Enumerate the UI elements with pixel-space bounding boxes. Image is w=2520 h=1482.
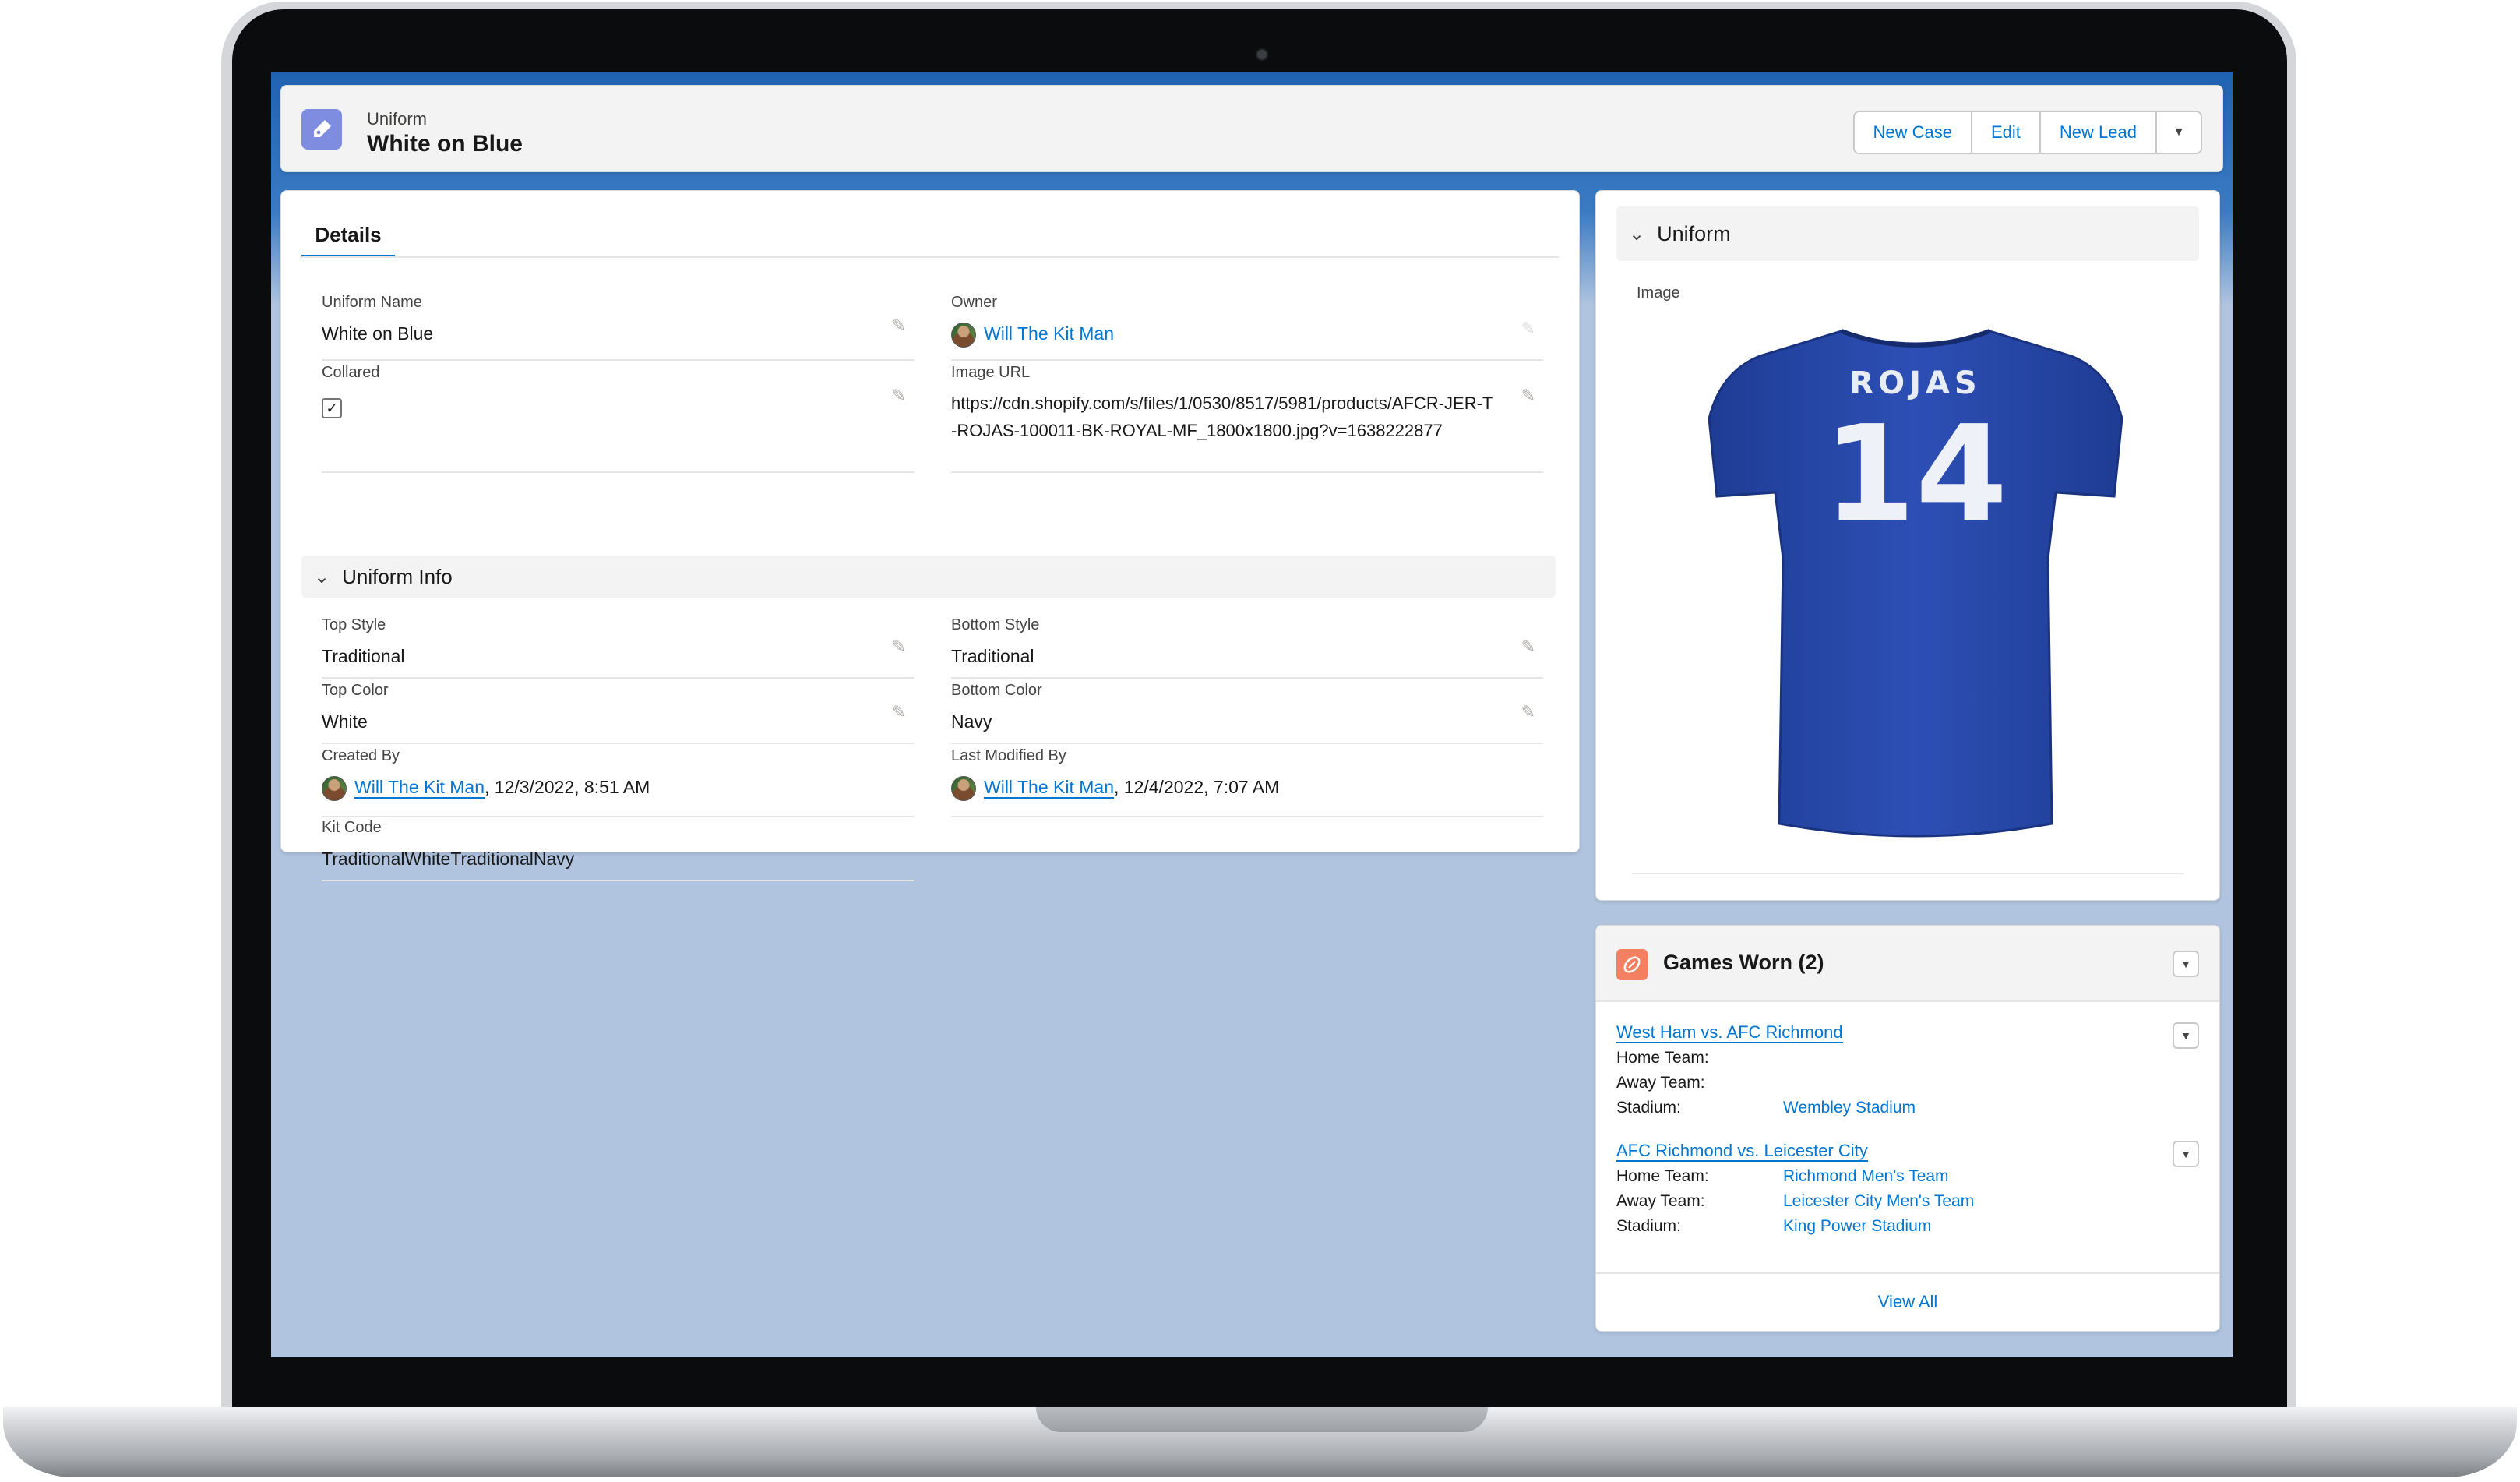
details-card: Details Uniform Name White on Blue ✎ Own… xyxy=(280,190,1580,881)
more-actions-button[interactable]: ▼ xyxy=(2157,112,2201,153)
laptop-notch xyxy=(1036,1407,1488,1432)
games-worn-title: Games Worn (2) xyxy=(1663,951,1824,974)
last-modified-date: , 12/4/2022, 7:07 AM xyxy=(1114,777,1280,797)
pencil-icon[interactable]: ✎ xyxy=(892,386,906,406)
jersey-number: 14 xyxy=(1824,397,2008,552)
football-icon xyxy=(1616,949,1648,980)
games-worn-header: Games Worn (2) ▼ xyxy=(1596,926,2219,1002)
field-label: Last Modified By xyxy=(951,747,1066,764)
game-menu-button[interactable]: ▼ xyxy=(2173,1022,2199,1049)
tab-details[interactable]: Details xyxy=(301,214,395,258)
avatar xyxy=(322,775,347,801)
collared-checkbox[interactable]: ✓ xyxy=(322,398,342,418)
camera xyxy=(1256,48,1268,61)
field-label: Bottom Style xyxy=(951,616,1040,633)
games-worn-menu-button[interactable]: ▼ xyxy=(2173,951,2199,977)
image-url-link[interactable]: https://cdn.shopify.com/s/files/1/0530/8… xyxy=(951,390,1496,444)
pencil-icon[interactable]: ✎ xyxy=(892,702,906,722)
pencil-icon[interactable]: ✎ xyxy=(892,637,906,657)
field-label: Collared xyxy=(322,364,380,381)
chevron-down-icon: ⌄ xyxy=(1629,223,1645,245)
change-owner-icon[interactable]: ✎ xyxy=(1521,319,1535,339)
field-uniform-name: Uniform Name White on Blue ✎ xyxy=(322,294,914,361)
field-label: Kit Code xyxy=(322,819,382,836)
field-label: Top Style xyxy=(322,616,386,633)
field-label: Uniform Name xyxy=(322,294,422,311)
field-label: Created By xyxy=(322,747,400,764)
section-uniform-info[interactable]: ⌄ Uniform Info xyxy=(301,556,1556,598)
created-date: , 12/3/2022, 8:51 AM xyxy=(485,777,650,797)
away-team-link[interactable]: Leicester City Men's Team xyxy=(1783,1192,1974,1211)
field-label: Image URL xyxy=(951,364,1031,381)
field-bottom-style: Bottom Style Traditional ✎ xyxy=(951,616,1543,679)
game-link[interactable]: West Ham vs. AFC Richmond xyxy=(1616,1022,1843,1043)
record-header: Uniform White on Blue New Case Edit New … xyxy=(280,85,2223,172)
field-value: Traditional xyxy=(951,646,1034,666)
stadium-label: Stadium: xyxy=(1616,1217,1681,1235)
list-item: AFC Richmond vs. Leicester City ▼ Home T… xyxy=(1616,1141,2199,1236)
edit-button[interactable]: Edit xyxy=(1972,112,2041,153)
stadium-link[interactable]: Wembley Stadium xyxy=(1783,1099,1916,1117)
created-by-link[interactable]: Will The Kit Man xyxy=(354,777,485,799)
owner-link[interactable]: Will The Kit Man xyxy=(984,323,1114,344)
new-case-button[interactable]: New Case xyxy=(1854,112,1972,153)
game-menu-button[interactable]: ▼ xyxy=(2173,1141,2199,1167)
field-label: Top Color xyxy=(322,682,389,699)
home-team-label: Home Team: xyxy=(1616,1167,1709,1185)
chevron-down-icon: ▼ xyxy=(2180,1148,2191,1160)
field-value: Navy xyxy=(951,711,992,732)
avatar xyxy=(951,322,976,348)
section-title: Uniform Info xyxy=(342,564,453,588)
tab-divider xyxy=(301,256,1559,258)
field-created-by: Created By Will The Kit Man, 12/3/2022, … xyxy=(322,747,914,817)
field-owner: Owner Will The Kit Man ✎ xyxy=(951,294,1543,361)
chevron-down-icon: ⌄ xyxy=(314,566,330,588)
game-link[interactable]: AFC Richmond vs. Leicester City xyxy=(1616,1141,1868,1162)
uniform-image-card: ⌄ Uniform Image ROJAS 14 xyxy=(1595,190,2220,901)
chevron-down-icon: ▼ xyxy=(2180,958,2191,970)
field-label: Owner xyxy=(951,294,997,311)
chevron-down-icon: ▼ xyxy=(2180,1029,2191,1042)
field-bottom-color: Bottom Color Navy ✎ xyxy=(951,682,1543,744)
away-team-label: Away Team: xyxy=(1616,1074,1705,1092)
field-value: White xyxy=(322,711,368,732)
field-image-url: Image URL https://cdn.shopify.com/s/file… xyxy=(951,364,1543,473)
home-team-link[interactable]: Richmond Men's Team xyxy=(1783,1167,1949,1186)
new-lead-button[interactable]: New Lead xyxy=(2040,112,2157,153)
image-label: Image xyxy=(1637,284,1680,302)
screen: Uniform White on Blue New Case Edit New … xyxy=(271,72,2233,1357)
home-team-label: Home Team: xyxy=(1616,1049,1709,1067)
avatar xyxy=(951,775,976,801)
pencil-icon[interactable]: ✎ xyxy=(892,316,906,336)
pencil-icon[interactable]: ✎ xyxy=(1521,386,1535,406)
field-value: Traditional xyxy=(322,646,405,666)
field-top-style: Top Style Traditional ✎ xyxy=(322,616,914,679)
field-value: TraditionalWhiteTraditionalNavy xyxy=(322,849,575,869)
section-uniform[interactable]: ⌄ Uniform xyxy=(1616,206,2199,261)
games-worn-card: Games Worn (2) ▼ West Ham vs. AFC Richmo… xyxy=(1595,925,2220,1332)
view-all-link[interactable]: View All xyxy=(1596,1292,2219,1312)
list-item: West Ham vs. AFC Richmond ▼ Home Team: A… xyxy=(1616,1022,2199,1117)
away-team-label: Away Team: xyxy=(1616,1192,1705,1210)
chevron-down-icon: ▼ xyxy=(2173,125,2185,139)
jersey-name: ROJAS xyxy=(1849,365,1981,401)
field-label: Bottom Color xyxy=(951,682,1042,699)
pencil-icon[interactable]: ✎ xyxy=(1521,702,1535,722)
field-top-color: Top Color White ✎ xyxy=(322,682,914,744)
field-kit-code: Kit Code TraditionalWhiteTraditionalNavy xyxy=(322,819,914,881)
field-collared: Collared ✓ ✎ xyxy=(322,364,914,473)
field-last-modified-by: Last Modified By Will The Kit Man, 12/4/… xyxy=(951,747,1543,817)
header-actions: New Case Edit New Lead ▼ xyxy=(1852,111,2202,154)
pencil-icon[interactable]: ✎ xyxy=(1521,637,1535,657)
object-label: Uniform xyxy=(367,109,428,129)
last-modified-by-link[interactable]: Will The Kit Man xyxy=(984,777,1115,799)
record-title: White on Blue xyxy=(367,131,523,157)
section-title: Uniform xyxy=(1657,221,1731,245)
stadium-label: Stadium: xyxy=(1616,1099,1681,1117)
jersey-image: ROJAS 14 xyxy=(1708,329,2123,838)
uniform-icon xyxy=(301,109,342,150)
field-value: White on Blue xyxy=(322,323,434,344)
stadium-link[interactable]: King Power Stadium xyxy=(1783,1217,1931,1236)
